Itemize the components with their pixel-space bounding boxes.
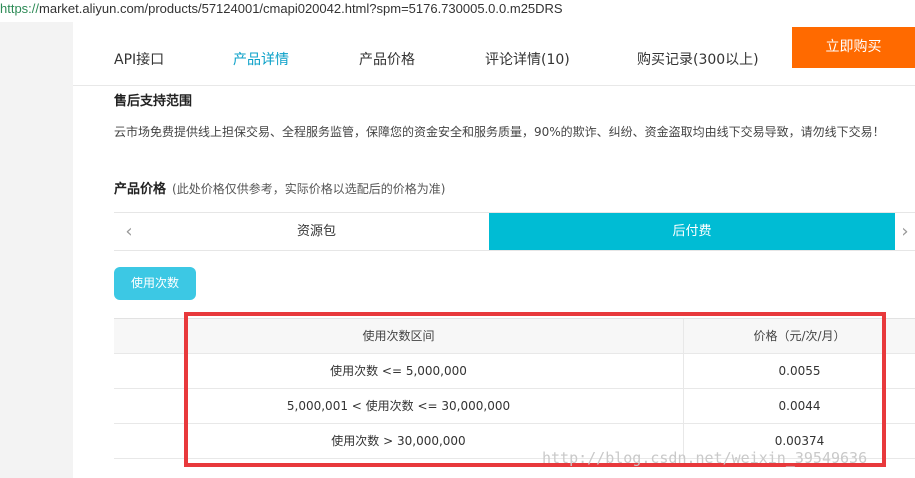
url-text: market.aliyun.com/products/57124001/cmap… (39, 1, 563, 16)
pricing-heading: 产品价格 (此处价格仅供参考，实际价格以选配后的价格为准) (114, 178, 445, 197)
usage-count-option[interactable]: 使用次数 (114, 267, 196, 300)
address-bar[interactable]: https://market.aliyun.com/products/57124… (0, 0, 915, 22)
pricing-note: (此处价格仅供参考，实际价格以选配后的价格为准) (172, 182, 446, 196)
tab-reviews[interactable]: 评论详情(10) (485, 49, 570, 69)
support-title: 售后支持范围 (114, 94, 193, 109)
tab-product-price[interactable]: 产品价格 (359, 49, 415, 69)
buy-now-button[interactable]: 立即购买 (792, 27, 915, 68)
billing-tabs: ‹ 资源包 后付费 › (114, 212, 915, 251)
tab-api[interactable]: API接口 (114, 49, 164, 69)
left-gutter (0, 22, 73, 478)
tab-purchase-records[interactable]: 购买记录(300以上) (637, 49, 759, 69)
watermark: http://blog.csdn.net/weixin_39549636 (542, 449, 868, 467)
chevron-left-icon[interactable]: ‹ (114, 213, 144, 250)
annotation-highlight-box (184, 312, 886, 467)
support-text: 云市场免费提供线上担保交易、全程服务监管，保障您的资金安全和服务质量，90%的欺… (114, 125, 885, 139)
page: https://market.aliyun.com/products/57124… (0, 0, 915, 478)
url-scheme: https:// (0, 1, 40, 16)
product-nav: API接口 产品详情 产品价格 评论详情(10) 购买记录(300以上) 立即购… (73, 22, 915, 86)
tab-resource-pack[interactable]: 资源包 (144, 213, 489, 250)
pricing-title: 产品价格 (114, 182, 167, 197)
tab-product-details[interactable]: 产品详情 (233, 49, 289, 69)
chevron-right-icon[interactable]: › (895, 213, 915, 250)
tab-pay-as-you-go[interactable]: 后付费 (489, 213, 895, 250)
